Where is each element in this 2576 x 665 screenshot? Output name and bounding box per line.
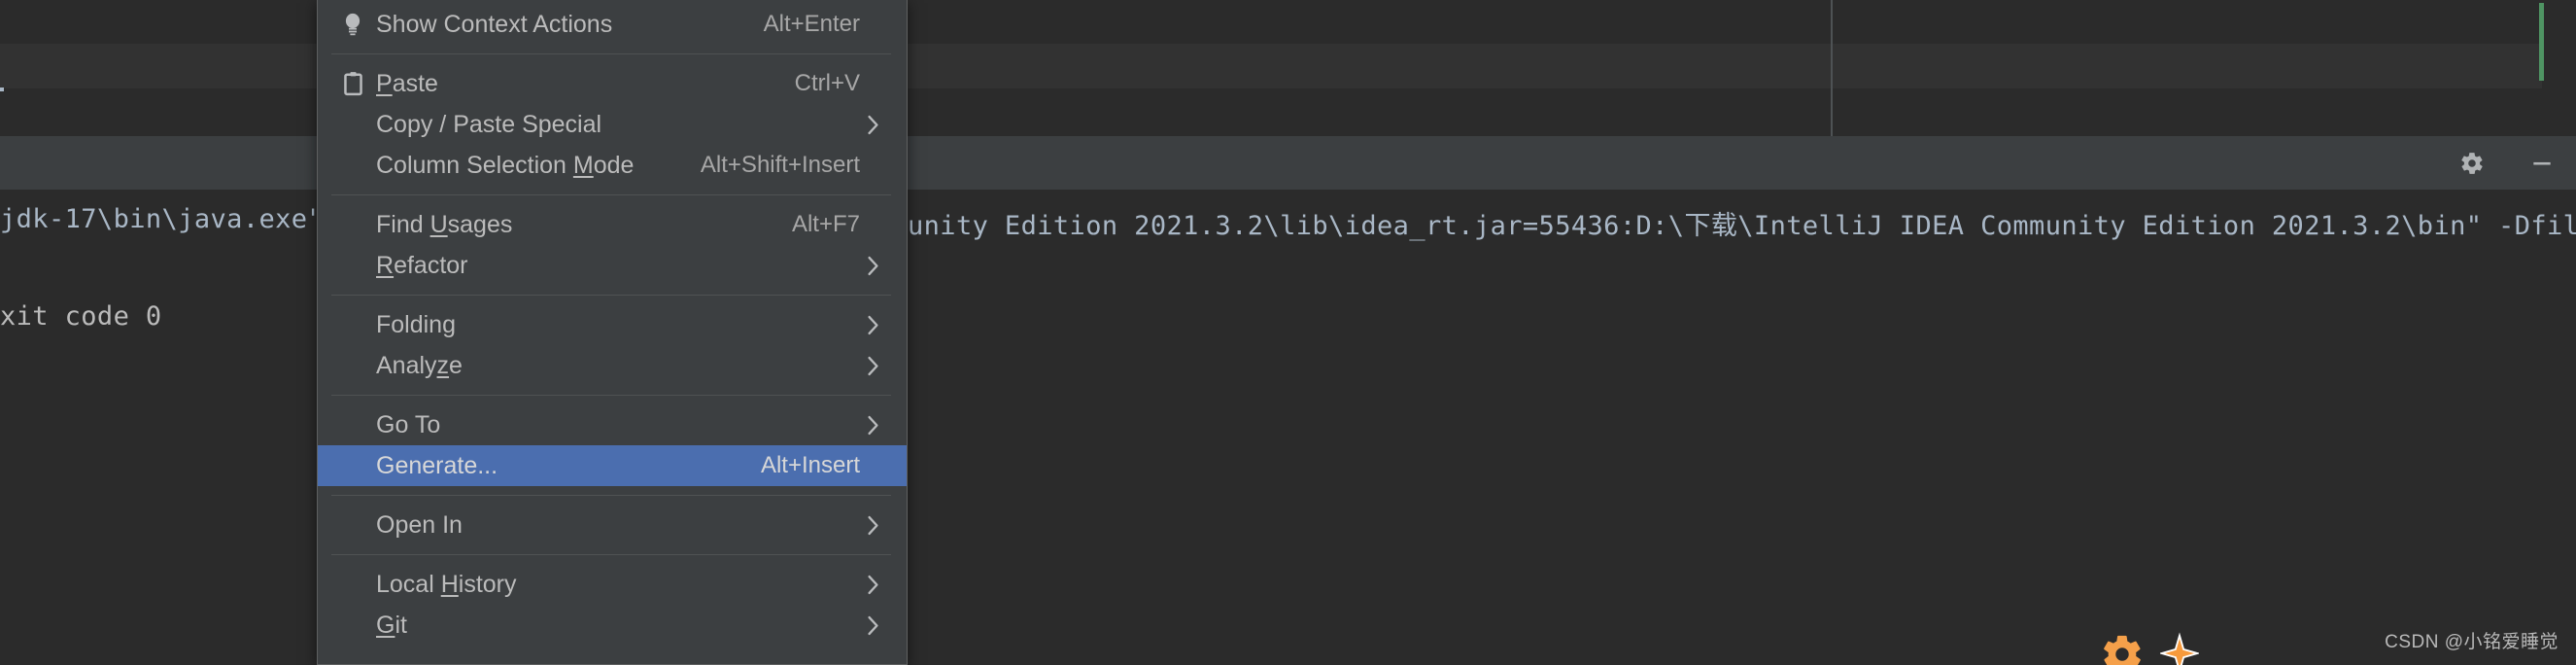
editor-caret [0, 88, 4, 91]
gear-icon[interactable] [2459, 151, 2485, 176]
chevron-right-icon [860, 615, 879, 636]
clipboard-icon [331, 71, 374, 96]
menu-item-shortcut: Alt+Insert [760, 452, 860, 478]
menu-item-label: Find Usages [376, 210, 513, 238]
menu-item-go-to[interactable]: Go To [318, 404, 907, 445]
orange-gear-icon [2100, 632, 2145, 665]
menu-separator [331, 495, 891, 496]
menu-item-label: Generate... [376, 451, 498, 479]
menu-item-label: Show Context Actions [376, 10, 613, 38]
menu-item-show-context-actions[interactable]: Show Context Actions Alt+Enter [318, 4, 907, 45]
menu-item-label: Open In [376, 510, 463, 539]
editor-vertical-guide [1831, 0, 1833, 136]
menu-item-generate[interactable]: Generate... Alt+Insert [318, 445, 907, 486]
screen-root: jdk-17\bin\java.exe" unity Edition 2021.… [0, 0, 2576, 665]
menu-item-label: Column Selection Mode [376, 151, 635, 179]
menu-item-shortcut: Ctrl+V [794, 70, 860, 96]
menu-item-label: Copy / Paste Special [376, 110, 602, 138]
editor-scrollbar-track[interactable] [2546, 0, 2576, 136]
menu-item-label: Git [376, 611, 407, 639]
orange-flame-icon [2158, 632, 2201, 665]
chevron-right-icon [860, 356, 879, 376]
minimize-icon[interactable] [2529, 151, 2555, 176]
menu-item-refactor[interactable]: Refactor [318, 245, 907, 286]
chevron-right-icon [860, 256, 879, 276]
csdn-watermark: CSDN @小铭爱睡觉 [2385, 632, 2559, 652]
menu-separator [331, 53, 891, 54]
menu-item-local-history[interactable]: Local History [318, 564, 907, 605]
editor-vcs-change-marker[interactable] [2539, 3, 2544, 81]
menu-item-label: Refactor [376, 251, 468, 279]
menu-item-shortcut: Alt+F7 [791, 211, 860, 237]
menu-item-label: Paste [376, 69, 438, 97]
chevron-right-icon [860, 115, 879, 135]
menu-item-find-usages[interactable]: Find Usages Alt+F7 [318, 204, 907, 245]
menu-item-label: Go To [376, 410, 441, 438]
bottom-badges [2100, 632, 2275, 665]
menu-separator [331, 194, 891, 195]
lightbulb-icon [331, 12, 374, 37]
menu-item-paste[interactable]: Paste Ctrl+V [318, 63, 907, 104]
menu-item-label: Folding [376, 310, 456, 338]
menu-separator [331, 295, 891, 296]
menu-item-copy-paste-special[interactable]: Copy / Paste Special [318, 104, 907, 145]
console-exit-line: xit code 0 [0, 301, 162, 332]
menu-item-git[interactable]: Git [318, 605, 907, 646]
chevron-right-icon [860, 575, 879, 595]
menu-item-shortcut: Alt+Shift+Insert [700, 152, 860, 178]
menu-item-shortcut: Alt+Enter [763, 11, 860, 37]
console-command-right: unity Edition 2021.3.2\lib\idea_rt.jar=5… [908, 211, 2576, 241]
menu-item-label: Local History [376, 570, 517, 598]
menu-item-open-in[interactable]: Open In [318, 505, 907, 545]
chevron-right-icon [860, 515, 879, 536]
menu-item-analyze[interactable]: Analyze [318, 345, 907, 386]
menu-item-column-selection-mode[interactable]: Column Selection Mode Alt+Shift+Insert [318, 145, 907, 186]
chevron-right-icon [860, 315, 879, 335]
menu-item-label: Analyze [376, 351, 463, 379]
editor-context-menu[interactable]: Show Context Actions Alt+Enter Paste Ctr… [317, 0, 908, 665]
menu-separator [331, 395, 891, 396]
chevron-right-icon [860, 415, 879, 436]
menu-separator [331, 554, 891, 555]
menu-item-folding[interactable]: Folding [318, 304, 907, 345]
console-command-left: jdk-17\bin\java.exe" [0, 204, 325, 234]
